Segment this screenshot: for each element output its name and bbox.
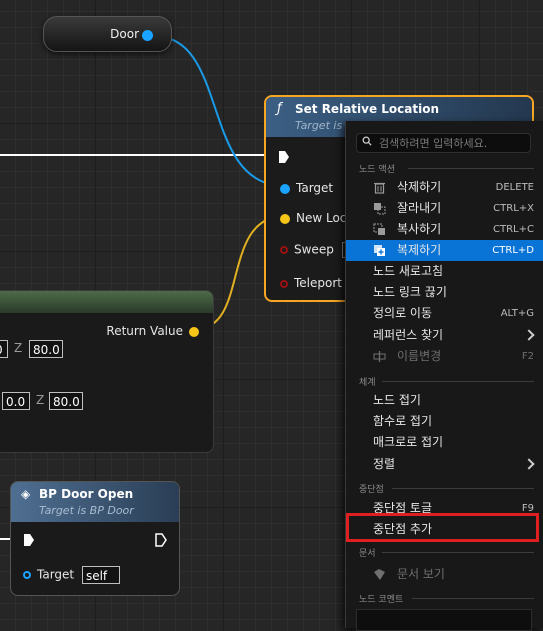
node-title: BP Door Open: [39, 487, 134, 501]
event-icon: ◈: [21, 487, 31, 501]
menu-item-label: 복사하기: [397, 222, 442, 236]
search-icon: [362, 136, 372, 146]
submenu-arrow-icon: [523, 458, 535, 470]
exec-output-pin[interactable]: [155, 533, 167, 547]
menu-item-view-documentation[interactable]: 문서 보기: [346, 564, 543, 585]
return-value-pin[interactable]: Return Value: [106, 324, 199, 338]
search-box[interactable]: [356, 133, 531, 153]
section-documentation: 문서: [359, 549, 376, 559]
target-pin[interactable]: Target: [280, 181, 333, 195]
trash-icon: [374, 182, 385, 194]
object-pin-icon: [23, 571, 31, 579]
return-value-node[interactable]: Return Value 0 Z 80.0 0.0 Z 80.0: [0, 290, 214, 453]
menu-item-label: 노드 링크 끊기: [373, 285, 447, 299]
menu-item-collapse-to-macro[interactable]: 매크로로 접기: [346, 432, 543, 453]
target-pin-label: Target: [37, 567, 75, 582]
rename-icon: [373, 351, 386, 362]
menu-item-label: 문서 보기: [397, 567, 445, 581]
node-header: ◈ BP Door Open Target is BP Door: [11, 482, 179, 522]
return-value-label: Return Value: [106, 324, 183, 338]
duplicate-icon: [374, 245, 385, 256]
door-variable-node[interactable]: Door: [43, 16, 172, 52]
menu-item-alignment[interactable]: 정렬: [346, 454, 543, 475]
menu-item-label: 레퍼런스 찾기: [373, 328, 444, 342]
context-menu: 노드 액션 삭제하기 DELETE 잘라내기 CTRL+X 복사하기 CTRL+…: [345, 121, 543, 631]
menu-item-label: 함수로 접기: [373, 414, 433, 428]
menu-item-delete[interactable]: 삭제하기 DELETE: [346, 177, 543, 198]
section-node-comment: 노드 코멘트: [359, 595, 404, 605]
shortcut: ALT+G: [500, 308, 534, 319]
highlight-box: [346, 513, 539, 542]
sweep-label: Sweep: [294, 242, 334, 257]
exec-input-pin[interactable]: [23, 533, 35, 547]
search-input[interactable]: [379, 134, 529, 152]
bp-door-open-node[interactable]: ◈ BP Door Open Target is BP Door Target …: [10, 481, 180, 596]
book-icon: [374, 569, 385, 580]
copy-icon: [373, 223, 385, 235]
section-node-actions: 노드 액션: [359, 165, 395, 175]
menu-item-duplicate[interactable]: 복제하기 CTRL+D: [346, 240, 543, 261]
x-value-field[interactable]: 0: [0, 340, 8, 358]
z-label: Z: [36, 393, 45, 407]
vector-pin-icon: [280, 213, 290, 224]
vector-pin-icon: [189, 326, 199, 337]
section-divider: [392, 488, 534, 489]
node-title: Set Relative Location: [295, 102, 440, 116]
teleport-label: Teleport: [294, 276, 342, 290]
section-structure: 체계: [359, 378, 376, 388]
section-divider: [408, 168, 534, 169]
cut-icon: [374, 203, 386, 215]
function-icon: ƒ: [277, 101, 282, 116]
menu-item-find-references[interactable]: 레퍼런스 찾기: [346, 325, 543, 346]
menu-item-label: 이름변경: [397, 349, 442, 363]
teleport-pin[interactable]: Teleport: [280, 276, 342, 290]
z-label: Z: [14, 341, 23, 355]
menu-item-break-node-links[interactable]: 노드 링크 끊기: [346, 282, 543, 303]
target-pin-icon: [280, 183, 290, 194]
menu-item-copy[interactable]: 복사하기 CTRL+C: [346, 219, 543, 240]
menu-item-label: 매크로로 접기: [373, 435, 444, 449]
x-value-field[interactable]: 0.0: [2, 392, 30, 410]
menu-item-label: 노드 접기: [373, 393, 421, 407]
menu-item-collapse-to-function[interactable]: 함수로 접기: [346, 411, 543, 432]
target-value-field[interactable]: self: [81, 566, 120, 584]
menu-item-label: 정렬: [373, 457, 396, 471]
new-location-label: New Loc: [296, 211, 347, 225]
node-subtitle: Target is BP Door: [39, 504, 134, 517]
target-pin-label: Target: [296, 181, 334, 195]
exec-input-pin[interactable]: [278, 150, 290, 164]
menu-item-rename[interactable]: 이름변경 F2: [346, 346, 543, 367]
menu-item-label: 복제하기: [397, 243, 442, 257]
bool-pin-icon: [280, 279, 288, 288]
menu-item-refresh-nodes[interactable]: 노드 새로고침: [346, 261, 543, 282]
section-divider: [382, 381, 534, 382]
section-divider: [412, 598, 534, 599]
shortcut: CTRL+C: [493, 224, 534, 235]
new-location-pin[interactable]: New Loc: [280, 211, 346, 225]
shortcut: CTRL+X: [493, 203, 534, 214]
shortcut: DELETE: [495, 182, 534, 193]
submenu-arrow-icon: [523, 329, 535, 341]
menu-item-goto-definition[interactable]: 정의로 이동 ALT+G: [346, 303, 543, 324]
bool-pin-icon: [280, 246, 288, 254]
z-value-field[interactable]: 80.0: [29, 340, 63, 358]
target-pin[interactable]: Target self: [23, 566, 120, 584]
node-header: [0, 291, 213, 313]
section-breakpoints: 중단점: [359, 485, 384, 495]
section-divider: [382, 552, 534, 553]
z-value-field[interactable]: 80.0: [49, 392, 83, 410]
sweep-pin[interactable]: Sweep: [280, 242, 354, 258]
menu-item-collapse-nodes[interactable]: 노드 접기: [346, 390, 543, 411]
menu-item-label: 잘라내기: [397, 201, 442, 215]
shortcut: F2: [521, 351, 534, 362]
door-output-pin[interactable]: [142, 30, 153, 41]
door-label: Door: [110, 27, 139, 41]
shortcut: CTRL+D: [492, 245, 534, 256]
menu-item-label: 정의로 이동: [373, 306, 433, 320]
menu-item-cut[interactable]: 잘라내기 CTRL+X: [346, 198, 543, 219]
menu-item-label: 노드 새로고침: [373, 264, 444, 278]
menu-item-label: 삭제하기: [397, 180, 442, 194]
